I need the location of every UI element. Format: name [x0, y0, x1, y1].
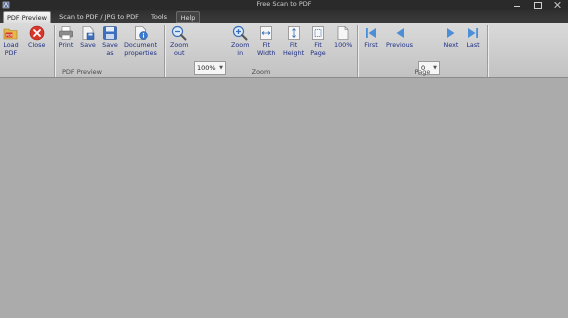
first-page-icon [366, 28, 376, 38]
zoom-out-icon [172, 25, 187, 41]
window-controls [512, 1, 562, 9]
save-button[interactable]: Save [80, 25, 96, 50]
fit-page-icon [312, 26, 324, 40]
ribbon: PDF Load PDF Close Print Save Save as Do… [0, 23, 568, 78]
close-label: Close [28, 41, 46, 49]
print-button[interactable]: Print [58, 25, 74, 50]
tab-scan-to-pdf[interactable]: Scan to PDF / JPG to PDF [55, 11, 143, 23]
close-window-button[interactable] [552, 1, 562, 9]
fit-height-icon [287, 26, 300, 40]
fit-height-button[interactable]: Fit Height [283, 25, 304, 57]
next-page-label: Next [443, 41, 459, 49]
printer-icon [59, 26, 73, 40]
save-label: Save [80, 41, 96, 49]
last-page-button[interactable]: Last [465, 25, 481, 50]
zoom-in-icon [233, 25, 248, 41]
svg-text:PDF: PDF [6, 34, 13, 38]
group-label-zoom: Zoom [251, 68, 271, 76]
title-bar: Free Scan to PDF [0, 0, 568, 10]
close-button[interactable]: Close [28, 25, 45, 50]
zoom-out-label: Zoom out [170, 41, 189, 57]
pdf-viewer-area[interactable] [0, 79, 568, 318]
fit-height-label: Fit Height [283, 41, 305, 57]
fit-width-button[interactable]: Fit Width [257, 25, 276, 57]
close-circle-icon [29, 25, 45, 41]
group-separator [487, 25, 488, 77]
save-as-button[interactable]: Save as [102, 25, 118, 57]
actual-size-button[interactable]: 100% [334, 25, 352, 50]
actual-size-label: 100% [334, 41, 353, 49]
load-pdf-label: Load PDF [3, 41, 19, 57]
folder-pdf-icon: PDF [3, 28, 18, 40]
tab-tools[interactable]: Tools [146, 11, 172, 23]
minimize-button[interactable] [512, 1, 522, 9]
save-as-disk-icon [103, 26, 117, 40]
previous-page-icon [396, 28, 404, 38]
next-page-icon [447, 28, 455, 38]
print-label: Print [58, 41, 74, 49]
zoom-in-label: Zoom in [231, 41, 250, 57]
group-label-page: Page [414, 68, 431, 76]
zoom-out-button[interactable]: Zoom out [170, 25, 188, 57]
group-label-pdf-preview: PDF Preview [61, 68, 103, 76]
next-page-button[interactable]: Next [443, 25, 459, 50]
first-page-label: First [364, 41, 378, 49]
fit-page-label: Fit Page [310, 41, 326, 57]
last-page-label: Last [466, 41, 480, 49]
document-properties-label: Document properties [124, 41, 158, 57]
tab-pdf-preview[interactable]: PDF Preview [3, 11, 51, 23]
fit-page-button[interactable]: Fit Page [310, 25, 326, 57]
window-title: Free Scan to PDF [256, 0, 312, 8]
first-page-button[interactable]: First [363, 25, 379, 50]
previous-page-button[interactable]: Previous [386, 25, 413, 50]
save-document-icon [82, 26, 95, 40]
save-as-label: Save as [102, 41, 118, 57]
last-page-icon [468, 28, 478, 38]
zoom-in-button[interactable]: Zoom in [231, 25, 249, 57]
tab-help[interactable]: Help [176, 11, 200, 23]
document-properties-button[interactable]: Document properties [124, 25, 157, 57]
document-properties-icon [134, 26, 148, 40]
actual-size-icon [337, 26, 349, 40]
fit-width-icon [260, 26, 273, 40]
fit-width-label: Fit Width [257, 41, 276, 57]
previous-page-label: Previous [386, 41, 414, 49]
load-pdf-button[interactable]: PDF Load PDF [3, 25, 19, 57]
maximize-button[interactable] [532, 1, 542, 9]
ribbon-tab-bar: PDF Preview Scan to PDF / JPG to PDF Too… [0, 10, 568, 23]
